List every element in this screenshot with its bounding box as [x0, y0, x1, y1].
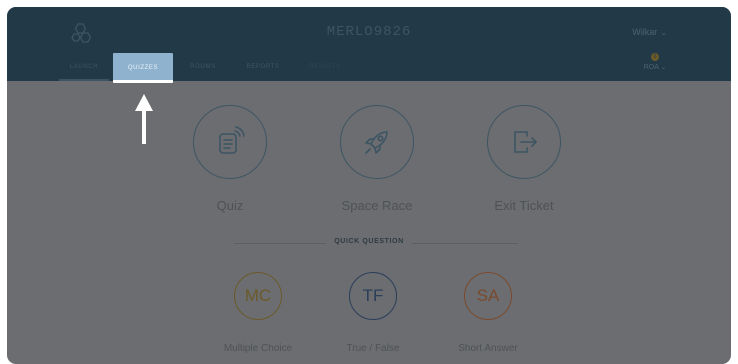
quick-question-label: Short Answer: [458, 343, 518, 354]
quick-question-multiple-choice[interactable]: MC Multiple Choice: [206, 272, 310, 354]
exit-icon: [514, 131, 537, 153]
exit-ticket-circle: [487, 105, 561, 179]
chevron-down-icon: ⌄: [660, 64, 667, 71]
tf-circle: TF: [349, 272, 397, 320]
tab-launch[interactable]: LAUNCH: [59, 54, 109, 81]
credits-menu[interactable]: 0 ROA ⌄: [643, 53, 667, 75]
tab-quizzes[interactable]: QUIZZES: [113, 53, 173, 83]
tab-results[interactable]: RESULTS: [297, 54, 353, 81]
room-name: MERLO9826: [326, 24, 412, 40]
space-race-circle: [340, 105, 414, 179]
quick-question-short-answer[interactable]: SA Short Answer: [438, 272, 538, 354]
activity-label: Exit Ticket: [494, 198, 554, 213]
tab-rooms[interactable]: ROOMS: [179, 54, 227, 81]
quick-question-label: True / False: [346, 343, 400, 354]
activity-exit-ticket[interactable]: Exit Ticket: [469, 105, 579, 213]
chevron-down-icon: ⌄: [660, 28, 667, 37]
mc-circle: MC: [234, 272, 282, 320]
rocket-icon: [365, 131, 388, 154]
quick-question-true-false[interactable]: TF True / False: [323, 272, 423, 354]
activity-quiz[interactable]: Quiz: [180, 105, 280, 213]
document-icon: [219, 126, 245, 154]
tab-reports[interactable]: REPORTS: [235, 54, 291, 81]
credits-badge: 0: [651, 53, 659, 61]
quick-question-label: Multiple Choice: [223, 343, 293, 354]
sa-circle: SA: [464, 272, 512, 320]
activity-label: Quiz: [216, 198, 244, 213]
user-menu[interactable]: Wilkar ⌄: [632, 27, 667, 37]
activity-label: Space Race: [341, 198, 413, 213]
credits-label: ROA: [643, 64, 659, 71]
user-name: Wilkar: [632, 27, 658, 37]
quiz-circle: [193, 105, 267, 179]
quick-question-heading: QUICK QUESTION: [7, 238, 731, 245]
activity-space-race[interactable]: Space Race: [322, 105, 432, 213]
app-window: MERLO9826 Wilkar ⌄ LAUNCH ROOMS REPORTS R…: [7, 7, 731, 364]
pointer-arrow-icon: [135, 94, 153, 144]
